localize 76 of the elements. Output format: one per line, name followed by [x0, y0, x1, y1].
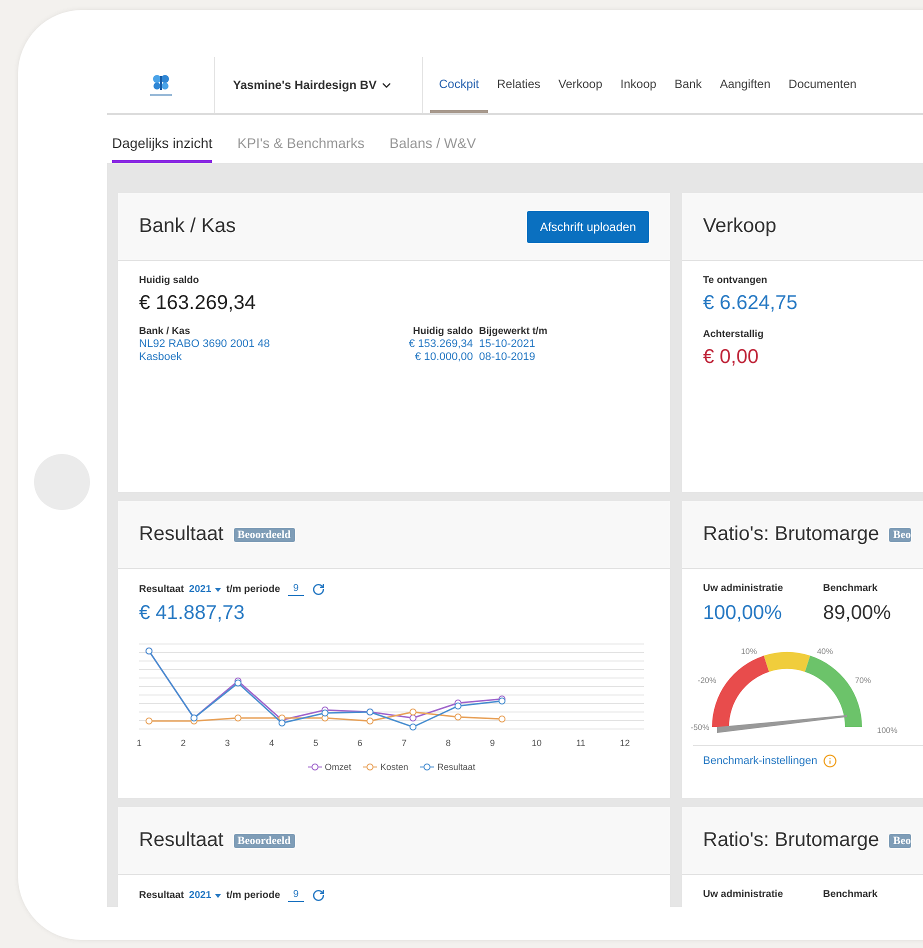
period-field[interactable]: 9	[288, 583, 304, 596]
nav-tab[interactable]: Bank	[665, 57, 711, 113]
axis-label: 8	[444, 738, 452, 748]
amount-value: € 6.624,75	[703, 292, 799, 315]
period-label: t/m periode	[226, 584, 280, 595]
account-link[interactable]: Kasboek	[139, 351, 389, 364]
year-dropdown[interactable]: 2021	[189, 584, 222, 595]
legend-item[interactable]: Omzet	[308, 762, 352, 772]
result-amount: € 41.887,73	[139, 602, 246, 625]
year-dropdown[interactable]: 2021	[189, 890, 222, 901]
column-header: Bijgewerkt t/m	[479, 325, 548, 338]
own-label: Uw administratie	[703, 889, 784, 900]
own-value: 100,00%	[703, 602, 783, 625]
account-link[interactable]: NL92 RABO 3690 2001 48	[139, 338, 389, 351]
settings-link[interactable]: Benchmark-instellingen	[703, 755, 818, 767]
card-title: Bank / Kas	[139, 215, 236, 238]
gauge-label: 10%	[741, 647, 757, 656]
amount-value: € 0,00	[703, 346, 760, 369]
gauge-label: 100%	[877, 726, 898, 735]
upload-button[interactable]: Afschrift uploaden	[526, 210, 649, 242]
axis-label: 11	[575, 738, 586, 748]
status-badge: Beo	[889, 834, 911, 848]
axis-label: 5	[312, 738, 320, 748]
sub-tab[interactable]: Dagelijks inzicht	[112, 135, 212, 163]
column-header: Huidig saldo	[412, 325, 473, 338]
axis-label: 6	[356, 738, 364, 748]
refresh-icon[interactable]	[312, 583, 325, 596]
gauge-label: 40%	[817, 647, 833, 656]
card-title: Resultaat	[139, 829, 224, 852]
own-label: Uw administratie	[703, 583, 784, 594]
card-title: Ratio's: Brutomarge	[703, 523, 880, 546]
account-balance[interactable]: € 153.269,34	[395, 338, 473, 351]
card-title: Verkoop	[703, 215, 776, 238]
nav-tab[interactable]: Inkoop	[611, 57, 666, 113]
sub-tab[interactable]: KPI's & Benchmarks	[237, 135, 365, 163]
axis-label: 12	[618, 738, 631, 748]
gauge-label: 70%	[855, 676, 871, 685]
legend-item[interactable]: Kosten	[363, 762, 408, 772]
nav-tab[interactable]: Verkoop	[549, 57, 612, 113]
account-balance[interactable]: € 10.000,00	[395, 351, 473, 364]
axis-label: 4	[268, 738, 276, 748]
filter-label: Resultaat	[139, 584, 184, 595]
nav-tab[interactable]: Aangiften	[710, 57, 780, 113]
axis-label: 2	[180, 738, 187, 748]
legend-item[interactable]: Resultaat	[420, 762, 476, 772]
amount-label: Achterstallig	[703, 329, 765, 340]
status-badge: Beoordeeld	[234, 834, 295, 848]
account-date[interactable]: 08-10-2019	[479, 351, 569, 364]
refresh-icon[interactable]	[312, 889, 325, 902]
status-badge: Beoordeeld	[234, 528, 295, 542]
benchmark-value: 89,00%	[823, 602, 891, 625]
column-header: Bank / Kas	[139, 325, 192, 338]
sub-tab[interactable]: Balans / W&V	[390, 135, 476, 163]
filter-label: Resultaat	[139, 890, 184, 901]
benchmark-label: Benchmark	[823, 583, 878, 594]
axis-label: 10	[530, 738, 543, 748]
amount-label: Te ontvangen	[703, 275, 768, 286]
gauge-label: -20%	[698, 676, 716, 685]
balance-label: Huidig saldo	[139, 275, 200, 286]
card-title: Resultaat	[139, 523, 224, 546]
account-date[interactable]: 15-10-2021	[479, 338, 569, 351]
gauge-mid-segment	[764, 652, 810, 672]
nav-tab[interactable]: Relaties	[488, 57, 550, 113]
axis-label: 9	[488, 738, 496, 748]
card-title: Ratio's: Brutomarge	[703, 829, 880, 852]
period-field[interactable]: 9	[288, 889, 304, 902]
status-badge: Beo	[889, 528, 911, 542]
gauge-label: -50%	[690, 723, 710, 732]
company-selector[interactable]: Yasmine's Hairdesign BV	[233, 78, 393, 92]
benchmark-label: Benchmark	[823, 889, 878, 900]
axis-label: 7	[400, 738, 408, 748]
nav-tab[interactable]: Documenten	[780, 57, 866, 113]
axis-label: 3	[224, 738, 231, 748]
balance-amount: € 163.269,34	[139, 292, 257, 315]
period-label: t/m periode	[226, 890, 280, 901]
axis-label: 1	[136, 738, 143, 748]
